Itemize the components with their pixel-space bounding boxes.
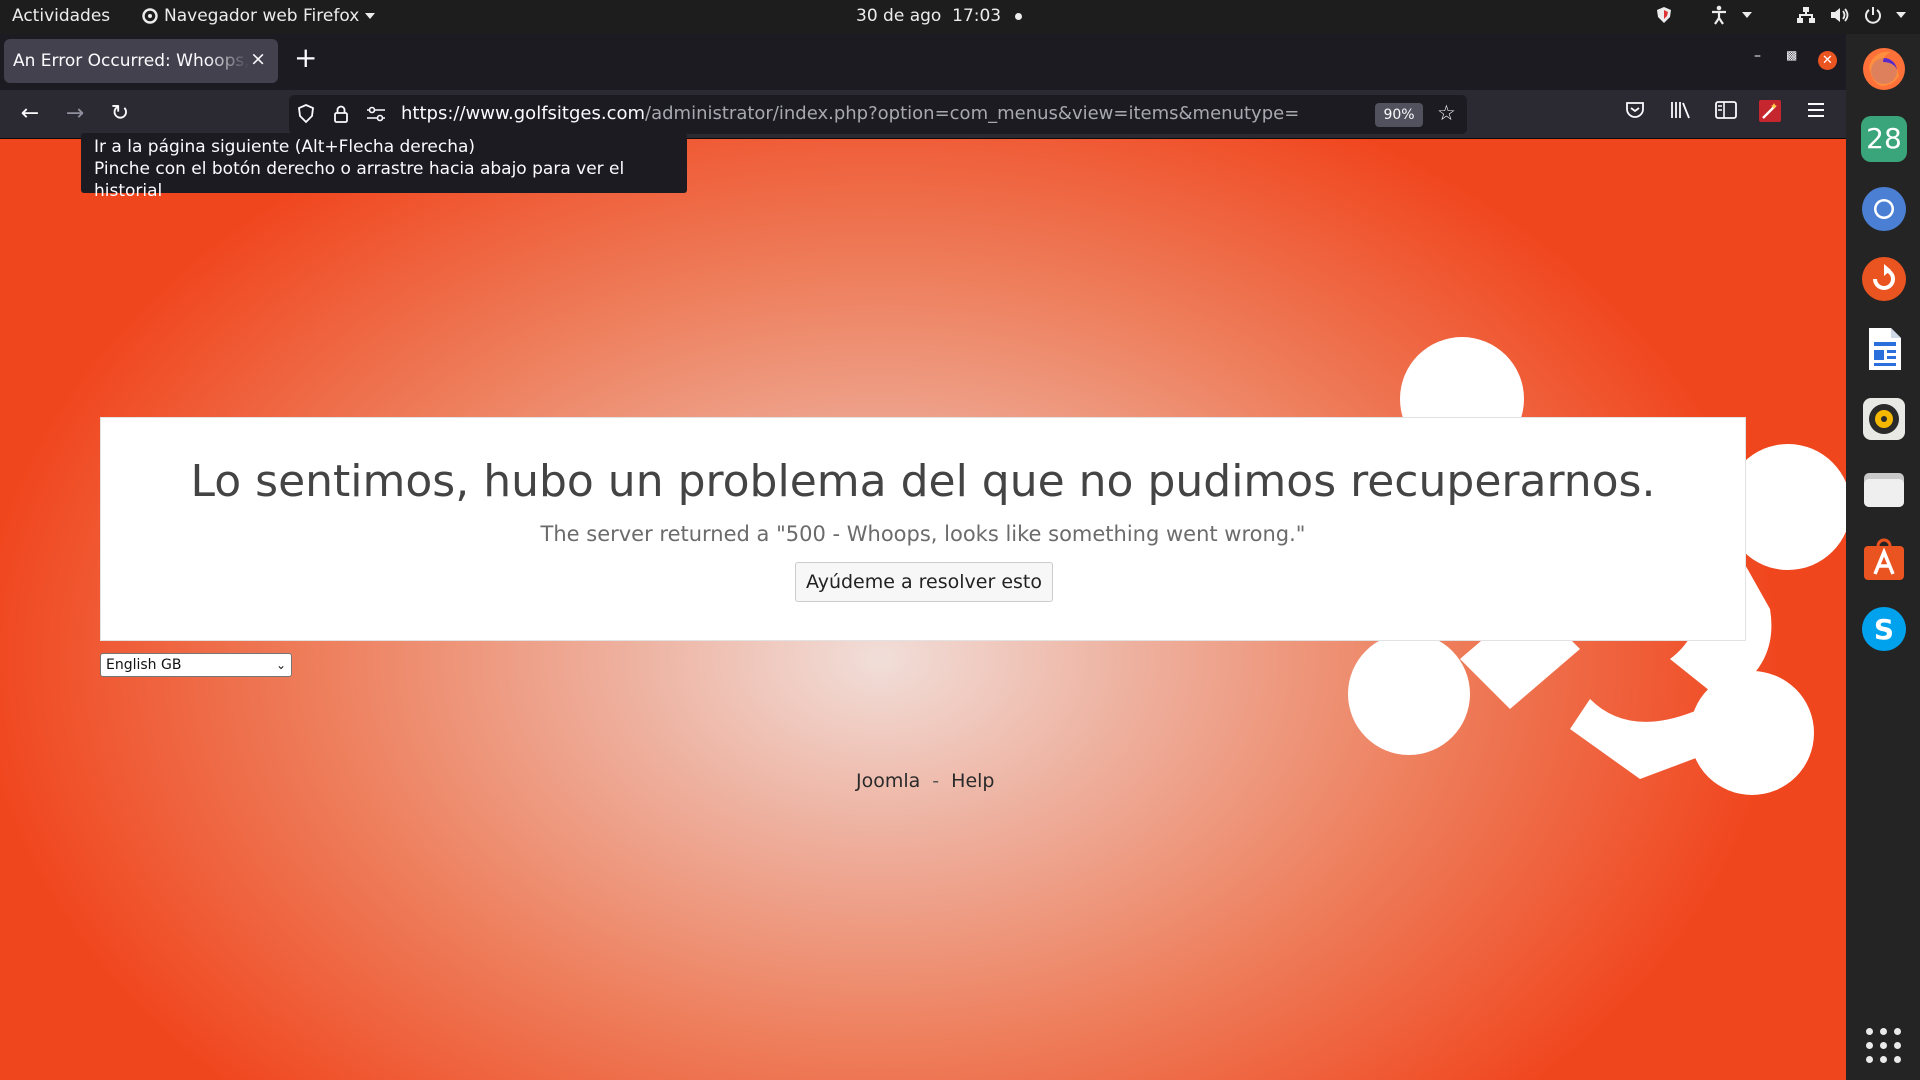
footer-links: Joomla - Help [856,770,994,792]
app-menu[interactable]: Navegador web Firefox [142,6,376,26]
reload-button[interactable]: ↻ [106,102,134,128]
svg-text:S: S [1874,613,1894,646]
footer-separator: - [932,770,940,792]
error-card: Lo sentimos, hubo un problema del que no… [100,417,1746,641]
firefox-icon[interactable] [1861,46,1907,92]
writer-icon[interactable] [1861,326,1907,372]
chevron-down-icon [365,13,376,19]
shield-tray-icon[interactable] [1656,6,1672,24]
clock[interactable]: 30 de ago 17:03 [856,6,1023,26]
app-menu-label: Navegador web Firefox [164,6,360,26]
firefox-small-icon [142,8,158,24]
pocket-icon[interactable] [1625,100,1645,120]
language-select-value: English GB [106,657,182,673]
chevron-down-icon[interactable] [1896,12,1906,18]
lock-icon[interactable] [333,104,349,124]
language-select[interactable]: English GB ⌄ [100,653,292,677]
page-content: Lo sentimos, hubo un problema del que no… [0,139,1846,1080]
update-icon[interactable] [1861,256,1907,302]
forward-button[interactable]: → [61,102,89,128]
date-label: 30 de ago [856,6,942,26]
chevron-down-icon[interactable] [1742,12,1752,18]
calendar-icon[interactable]: 28 [1861,116,1907,162]
system-tray[interactable] [1656,5,1906,25]
error-heading: Lo sentimos, hubo un problema del que no… [190,456,1656,507]
close-tab-icon[interactable]: × [250,48,266,70]
files-icon[interactable] [1861,466,1907,512]
back-button[interactable]: ← [16,102,44,128]
bookmark-star-icon[interactable]: ☆ [1437,101,1456,125]
url-host: https://www.golfsitges.com [401,103,646,124]
rhythmbox-icon[interactable] [1861,396,1907,442]
close-window-icon[interactable]: ✕ [1818,51,1837,70]
url-path: /administrator/index.php?option=com_menu… [645,103,1300,124]
url-text[interactable]: https://www.golfsitges.com/administrator… [401,103,1299,124]
chromium-icon[interactable] [1861,186,1907,232]
system-top-bar: Actividades Navegador web Firefox 30 de … [0,0,1920,34]
tab-title: An Error Occurred: Whoops, looks like so… [13,51,249,71]
chevron-down-icon: ⌄ [275,658,286,672]
permissions-icon[interactable] [366,106,386,122]
accessibility-icon[interactable] [1710,5,1728,25]
network-icon[interactable] [1796,6,1816,24]
tracking-protection-shield-icon[interactable] [297,104,315,124]
url-bar[interactable]: https://www.golfsitges.com/administrator… [289,95,1467,134]
show-applications-icon[interactable] [1866,1028,1902,1064]
dock: 28 S [1846,34,1920,1080]
power-icon[interactable] [1864,6,1882,24]
forward-button-tooltip: Ir a la página siguiente (Alt+Flecha der… [81,133,687,201]
minimize-icon[interactable]: – [1754,48,1761,64]
tab-active[interactable]: An Error Occurred: Whoops, looks like so… [4,39,278,83]
notification-dot [1015,12,1023,20]
tooltip-line-1: Ir a la página siguiente (Alt+Flecha der… [94,137,476,157]
new-tab-button[interactable]: + [294,44,317,72]
volume-icon[interactable] [1830,6,1850,24]
library-icon[interactable] [1670,100,1692,120]
zoom-level-button[interactable]: 90% [1375,103,1423,127]
navigation-toolbar: ← → ↻ https://www.golfsitges.com/adminis… [0,90,1846,139]
skype-icon[interactable]: S [1861,606,1907,652]
tab-strip: An Error Occurred: Whoops, looks like so… [0,34,1846,90]
help-button[interactable]: Ayúdeme a resolver esto [795,562,1053,602]
restore-icon[interactable]: ▩ [1786,48,1797,62]
activities-button[interactable]: Actividades [12,6,110,26]
joomla-link[interactable]: Joomla [856,770,920,792]
error-message: The server returned a "500 - Whoops, loo… [540,522,1306,546]
sidebar-icon[interactable] [1715,100,1737,120]
time-label: 17:03 [952,6,1002,26]
tooltip-line-2: Pinche con el botón derecho o arrastre h… [94,159,625,201]
help-link[interactable]: Help [951,770,994,792]
hamburger-menu-icon[interactable] [1806,100,1826,120]
extension-icon[interactable] [1759,100,1781,122]
software-icon[interactable] [1861,536,1907,582]
